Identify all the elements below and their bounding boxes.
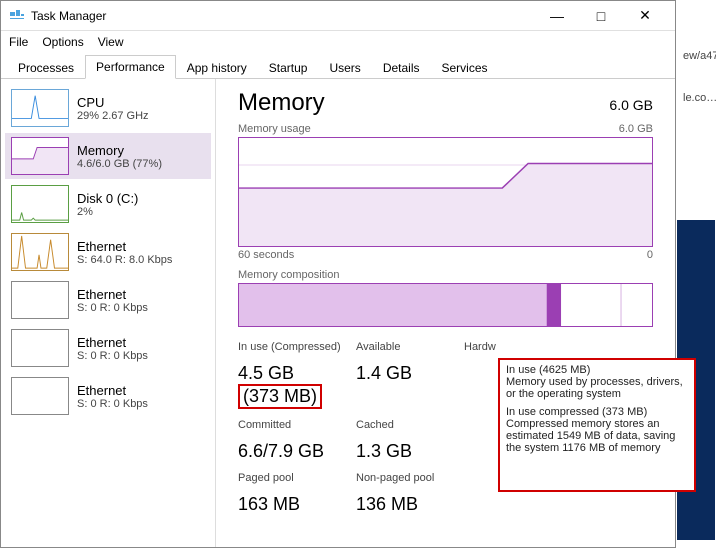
sidebar-item-ethernet-2[interactable]: Ethernet S: 0 R: 0 Kbps [5, 325, 211, 371]
composition-header: Memory composition [238, 269, 653, 281]
memory-thumb [11, 137, 69, 175]
hardres-label: Hardw [464, 341, 572, 353]
composition-label: Memory composition [238, 269, 339, 281]
committed-value: 6.6/7.9 GB [238, 441, 356, 462]
memory-usage-chart [238, 137, 653, 247]
sidebar-item-memory[interactable]: Memory 4.6/6.0 GB (77%) [5, 133, 211, 179]
tooltip-compressed: In use compressed (373 MB) Compressed me… [506, 406, 688, 454]
sidebar-sub: S: 0 R: 0 Kbps [77, 350, 205, 362]
sidebar-text: Disk 0 (C:) 2% [77, 191, 205, 218]
tooltip-inuse-desc: Memory used by processes, drivers, or th… [506, 376, 688, 400]
tooltip-compressed-desc: Compressed memory stores an estimated 15… [506, 418, 688, 454]
available-label: Available [356, 341, 464, 353]
tooltip-inuse-title: In use (4625 MB) [506, 364, 688, 376]
close-button[interactable]: ✕ [623, 2, 667, 30]
sidebar-item-ethernet-3[interactable]: Ethernet S: 0 R: 0 Kbps [5, 373, 211, 419]
bg-tab-2: le.co… [683, 92, 716, 104]
usage-max: 6.0 GB [619, 123, 653, 135]
paged-label: Paged pool [238, 472, 356, 484]
sidebar-item-ethernet-0[interactable]: Ethernet S: 64.0 R: 8.0 Kbps [5, 229, 211, 275]
tab-details[interactable]: Details [372, 56, 431, 79]
ethernet-thumb [11, 377, 69, 415]
sidebar-title: Memory [77, 143, 205, 158]
tooltip-highlight: In use (4625 MB) Memory used by processe… [498, 358, 696, 492]
usage-chart-header: Memory usage 6.0 GB [238, 123, 653, 135]
paged-value: 163 MB [238, 494, 356, 515]
sidebar-item-cpu[interactable]: CPU 29% 2.67 GHz [5, 85, 211, 131]
sidebar-title: Ethernet [77, 335, 205, 350]
inuse-value: 4.5 GB (373 MB) [238, 363, 356, 409]
tab-processes[interactable]: Processes [7, 56, 85, 79]
sidebar-text: CPU 29% 2.67 GHz [77, 95, 205, 122]
cached-value: 1.3 GB [356, 441, 464, 462]
menu-view[interactable]: View [98, 35, 124, 49]
sidebar-sub: S: 0 R: 0 Kbps [77, 302, 205, 314]
disk-thumb [11, 185, 69, 223]
sidebar-title: Disk 0 (C:) [77, 191, 205, 206]
panel-total: 6.0 GB [609, 97, 653, 113]
sidebar-title: CPU [77, 95, 205, 110]
panel-header: Memory 6.0 GB [238, 89, 653, 117]
compressed-highlight: (373 MB) [238, 384, 322, 409]
inuse-label: In use (Compressed) [238, 341, 356, 353]
sidebar-sub: 2% [77, 206, 205, 218]
sidebar-text: Ethernet S: 0 R: 0 Kbps [77, 335, 205, 362]
tab-startup[interactable]: Startup [258, 56, 319, 79]
sidebar-text: Ethernet S: 0 R: 0 Kbps [77, 383, 205, 410]
tab-users[interactable]: Users [318, 56, 371, 79]
menu-file[interactable]: File [9, 35, 28, 49]
tab-app-history[interactable]: App history [176, 56, 258, 79]
ethernet-thumb [11, 233, 69, 271]
window-controls: — □ ✕ [535, 2, 667, 30]
nonpaged-value: 136 MB [356, 494, 464, 515]
available-value: 1.4 GB [356, 363, 464, 409]
performance-sidebar: CPU 29% 2.67 GHz Memory 4.6/6.0 GB (77%) [1, 79, 216, 547]
nonpaged-label: Non-paged pool [356, 472, 464, 484]
window-title: Task Manager [31, 9, 535, 23]
axis-left: 60 seconds [238, 249, 294, 261]
menu-options[interactable]: Options [42, 35, 83, 49]
cpu-thumb [11, 89, 69, 127]
axis-right: 0 [647, 249, 653, 261]
sidebar-item-disk[interactable]: Disk 0 (C:) 2% [5, 181, 211, 227]
usage-chart-axis: 60 seconds 0 [238, 249, 653, 261]
menubar: File Options View [1, 31, 675, 53]
tab-services[interactable]: Services [431, 56, 499, 79]
sidebar-sub: 4.6/6.0 GB (77%) [77, 158, 205, 170]
bg-tab-1: ew/a4768 [683, 50, 716, 62]
titlebar: Task Manager — □ ✕ [1, 1, 675, 31]
sidebar-title: Ethernet [77, 287, 205, 302]
sidebar-item-ethernet-1[interactable]: Ethernet S: 0 R: 0 Kbps [5, 277, 211, 323]
sidebar-text: Ethernet S: 64.0 R: 8.0 Kbps [77, 239, 205, 266]
memory-composition-chart [238, 283, 653, 327]
cached-label: Cached [356, 419, 464, 431]
sidebar-sub: 29% 2.67 GHz [77, 110, 205, 122]
ethernet-thumb [11, 281, 69, 319]
sidebar-sub: S: 0 R: 0 Kbps [77, 398, 205, 410]
ethernet-thumb [11, 329, 69, 367]
sidebar-text: Memory 4.6/6.0 GB (77%) [77, 143, 205, 170]
sidebar-text: Ethernet S: 0 R: 0 Kbps [77, 287, 205, 314]
panel-title: Memory [238, 89, 325, 117]
tab-strip: Processes Performance App history Startu… [1, 53, 675, 79]
sidebar-sub: S: 64.0 R: 8.0 Kbps [77, 254, 205, 266]
committed-label: Committed [238, 419, 356, 431]
inuse-number: 4.5 GB [238, 363, 294, 383]
usage-label: Memory usage [238, 123, 311, 135]
app-icon [9, 8, 25, 24]
background-tab-text: ew/a4768 le.co… [683, 50, 716, 104]
tab-performance[interactable]: Performance [85, 55, 176, 79]
minimize-button[interactable]: — [535, 2, 579, 30]
sidebar-title: Ethernet [77, 383, 205, 398]
tooltip-compressed-title: In use compressed (373 MB) [506, 406, 688, 418]
maximize-button[interactable]: □ [579, 2, 623, 30]
sidebar-title: Ethernet [77, 239, 205, 254]
tooltip-inuse: In use (4625 MB) Memory used by processe… [506, 364, 688, 400]
tooltip: In use (4625 MB) Memory used by processe… [500, 360, 694, 490]
